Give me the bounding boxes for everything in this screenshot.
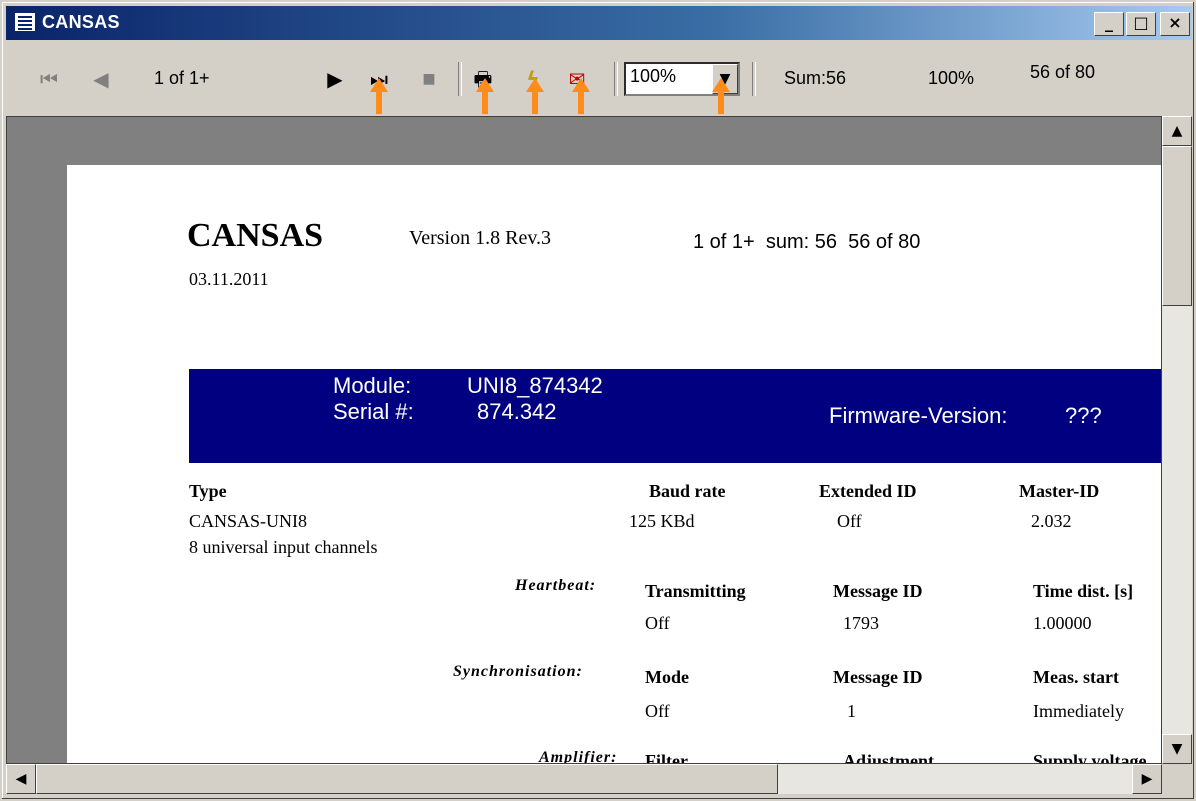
heartbeat-transmitting-value: Off bbox=[645, 613, 670, 633]
scroll-down-icon[interactable]: ▼ bbox=[1162, 734, 1192, 764]
report-preview-area[interactable]: CANSAS Version 1.8 Rev.3 03.11.2011 1 of… bbox=[6, 116, 1162, 764]
report-version: Version 1.8 Rev.3 bbox=[409, 227, 552, 249]
module-label: Module: bbox=[333, 373, 412, 398]
report-summary: 1 of 1+ sum: 56 56 of 80 bbox=[693, 231, 921, 253]
count-readout: 56 of 80 bbox=[1030, 62, 1096, 82]
sync-message-id-value: 1 bbox=[847, 701, 856, 721]
report-page: CANSAS Version 1.8 Rev.3 03.11.2011 1 of… bbox=[67, 165, 1161, 764]
vertical-scrollbar[interactable]: ▲ ▼ bbox=[1162, 116, 1192, 764]
zoom-value: 100% bbox=[630, 66, 677, 86]
heartbeat-label: Heartbeat: bbox=[515, 577, 597, 594]
toolbar-separator bbox=[752, 62, 756, 96]
horizontal-scroll-thumb[interactable] bbox=[36, 764, 778, 794]
baud-rate-header: Baud rate bbox=[649, 481, 726, 501]
horizontal-scrollbar[interactable]: ◀ ▶ bbox=[6, 764, 1162, 794]
resize-grip-icon[interactable] bbox=[1162, 764, 1192, 794]
firmware-value: ??? bbox=[1065, 403, 1102, 428]
module-value: UNI8_874342 bbox=[467, 373, 603, 398]
report-app-name: CANSAS bbox=[187, 217, 324, 254]
master-id-header: Master-ID bbox=[1019, 481, 1100, 501]
scroll-left-icon[interactable]: ◀ bbox=[6, 764, 36, 794]
amplifier-label: Amplifier: bbox=[539, 749, 618, 764]
next-page-icon[interactable]: ▶ bbox=[320, 64, 350, 94]
module-banner: Module: UNI8_874342 Serial #: 874.342 Fi… bbox=[189, 369, 1161, 463]
baud-rate-value: 125 KBd bbox=[629, 511, 695, 531]
toolbar: ⏮ ◀ 1 of 1+ ▶ ⏭ ■ 🖶 ϟ ✉ 100% ▼ Sum:56 10… bbox=[6, 42, 1192, 164]
heartbeat-transmitting-header: Transmitting bbox=[645, 581, 746, 601]
firmware-label: Firmware-Version: bbox=[829, 403, 1008, 428]
scroll-up-icon[interactable]: ▲ bbox=[1162, 116, 1192, 146]
type-description: 8 universal input channels bbox=[189, 537, 378, 557]
sync-mode-header: Mode bbox=[645, 667, 689, 687]
close-button[interactable]: × bbox=[1160, 12, 1190, 36]
report-viewer-window: CANSAS _ □ × ⏮ ◀ 1 of 1+ ▶ ⏭ ■ 🖶 ϟ ✉ 100… bbox=[0, 0, 1196, 801]
window-title: CANSAS bbox=[42, 12, 120, 32]
sync-mode-value: Off bbox=[645, 701, 670, 721]
vertical-scroll-thumb[interactable] bbox=[1162, 146, 1192, 306]
amplifier-supply-header: Supply voltage bbox=[1033, 751, 1147, 764]
extended-id-header: Extended ID bbox=[819, 481, 917, 501]
heartbeat-message-id-value: 1793 bbox=[843, 613, 879, 633]
previous-page-icon[interactable]: ◀ bbox=[86, 64, 116, 94]
amplifier-adjustment-header: Adjustment bbox=[843, 751, 935, 764]
sync-message-id-header: Message ID bbox=[833, 667, 923, 687]
serial-label: Serial #: bbox=[333, 399, 414, 424]
heartbeat-time-header: Time dist. [s] bbox=[1033, 581, 1134, 601]
synchronisation-label: Synchronisation: bbox=[453, 663, 583, 680]
extended-id-value: Off bbox=[837, 511, 862, 531]
page-indicator: 1 of 1+ bbox=[154, 68, 210, 88]
sync-meas-start-value: Immediately bbox=[1033, 701, 1124, 721]
heartbeat-time-value: 1.00000 bbox=[1033, 613, 1092, 633]
sum-readout: Sum:56 bbox=[784, 68, 847, 88]
master-id-value: 2.032 bbox=[1031, 511, 1072, 531]
report-date: 03.11.2011 bbox=[189, 269, 269, 289]
heartbeat-message-id-header: Message ID bbox=[833, 581, 923, 601]
type-value: CANSAS-UNI8 bbox=[189, 511, 308, 531]
stop-icon[interactable]: ■ bbox=[414, 64, 444, 94]
serial-value: 874.342 bbox=[477, 399, 557, 424]
type-header: Type bbox=[189, 481, 227, 501]
amplifier-filter-header: Filter bbox=[645, 751, 688, 764]
minimize-button[interactable]: _ bbox=[1094, 12, 1124, 36]
maximize-button[interactable]: □ bbox=[1126, 12, 1156, 36]
toolbar-separator bbox=[458, 62, 462, 96]
percent-readout: 100% bbox=[928, 68, 975, 88]
title-bar[interactable]: CANSAS _ □ × bbox=[6, 6, 1192, 40]
app-icon bbox=[14, 12, 36, 32]
sync-meas-start-header: Meas. start bbox=[1033, 667, 1119, 687]
scroll-right-icon[interactable]: ▶ bbox=[1132, 764, 1162, 794]
first-page-icon[interactable]: ⏮ bbox=[34, 64, 64, 94]
toolbar-separator bbox=[614, 62, 618, 96]
